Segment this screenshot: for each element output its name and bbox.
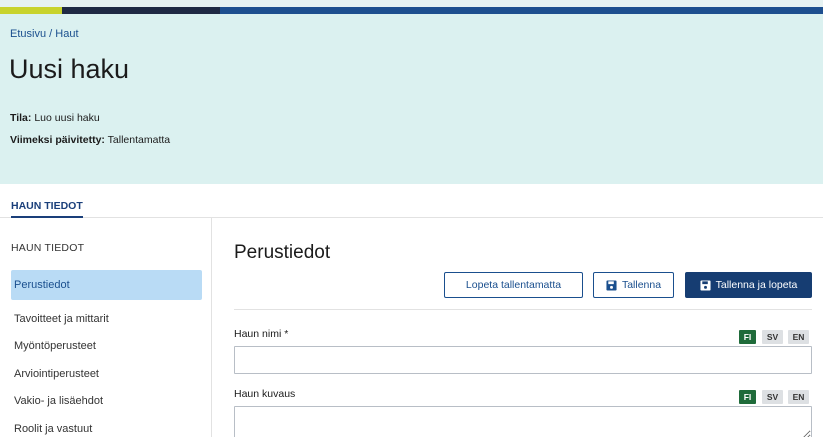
status-value: Luo uusi haku (34, 112, 100, 124)
breadcrumb: Etusivu / Haut (10, 28, 79, 40)
last-updated-value: Tallentamatta (107, 134, 171, 146)
save-and-exit-button-label: Tallenna ja lopeta (715, 279, 798, 291)
cancel-button-label: Lopeta tallentamatta (465, 279, 562, 291)
section-title: Perustiedot (234, 242, 331, 263)
breadcrumb-separator: / (49, 28, 53, 40)
lang-en-button[interactable]: EN (788, 330, 809, 344)
page-header (0, 14, 823, 184)
tab-bar: HAUN TIEDOT (0, 184, 823, 218)
accent-segment-lime (0, 7, 62, 14)
name-input[interactable] (234, 346, 812, 374)
save-and-exit-button[interactable]: Tallenna ja lopeta (685, 272, 812, 298)
sidebar-item-myontoperusteet[interactable]: Myöntöperusteet (11, 331, 202, 361)
floppy-disk-icon (700, 279, 711, 291)
divider (234, 309, 812, 310)
lang-en-button[interactable]: EN (788, 390, 809, 404)
sidebar-item-roolit[interactable]: Roolit ja vastuut (11, 414, 202, 437)
lang-sv-button[interactable]: SV (762, 330, 783, 344)
lang-fi-button[interactable]: FI (739, 390, 756, 404)
lang-sv-button[interactable]: SV (762, 390, 783, 404)
sidebar-item-tavoitteet[interactable]: Tavoitteet ja mittarit (11, 304, 202, 334)
page-title: Uusi haku (9, 54, 130, 84)
sidebar-item-perustiedot[interactable]: Perustiedot (11, 270, 202, 300)
top-accent-bar (0, 0, 823, 14)
sidebar-item-ehdot[interactable]: Vakio- ja lisäehdot (11, 386, 202, 416)
accent-segment-dark (62, 7, 220, 14)
lang-fi-button[interactable]: FI (739, 330, 756, 344)
sidebar-item-arviointiperusteet[interactable]: Arviointiperusteet (11, 359, 202, 389)
last-updated-line: Viimeksi päivitetty: Tallentamatta (10, 134, 170, 146)
status-label: Tila: (10, 112, 32, 124)
description-textarea[interactable] (234, 406, 812, 437)
name-field-label: Haun nimi * (234, 328, 289, 340)
last-updated-label: Viimeksi päivitetty: (10, 134, 105, 146)
save-button-label: Tallenna (621, 279, 662, 291)
breadcrumb-current-link[interactable]: Haut (55, 28, 78, 40)
tab-haun-tiedot[interactable]: HAUN TIEDOT (11, 200, 83, 218)
status-line: Tila: Luo uusi haku (10, 112, 100, 124)
description-field-label: Haun kuvaus (234, 388, 296, 400)
floppy-disk-icon (606, 279, 617, 291)
save-button[interactable]: Tallenna (593, 272, 674, 298)
sidebar-heading: HAUN TIEDOT (11, 242, 85, 254)
accent-segment-blue (220, 7, 823, 14)
sidebar-nav: HAUN TIEDOT Perustiedot Tavoitteet ja mi… (0, 218, 212, 437)
breadcrumb-home-link[interactable]: Etusivu (10, 28, 46, 40)
cancel-button[interactable]: Lopeta tallentamatta (444, 272, 583, 298)
